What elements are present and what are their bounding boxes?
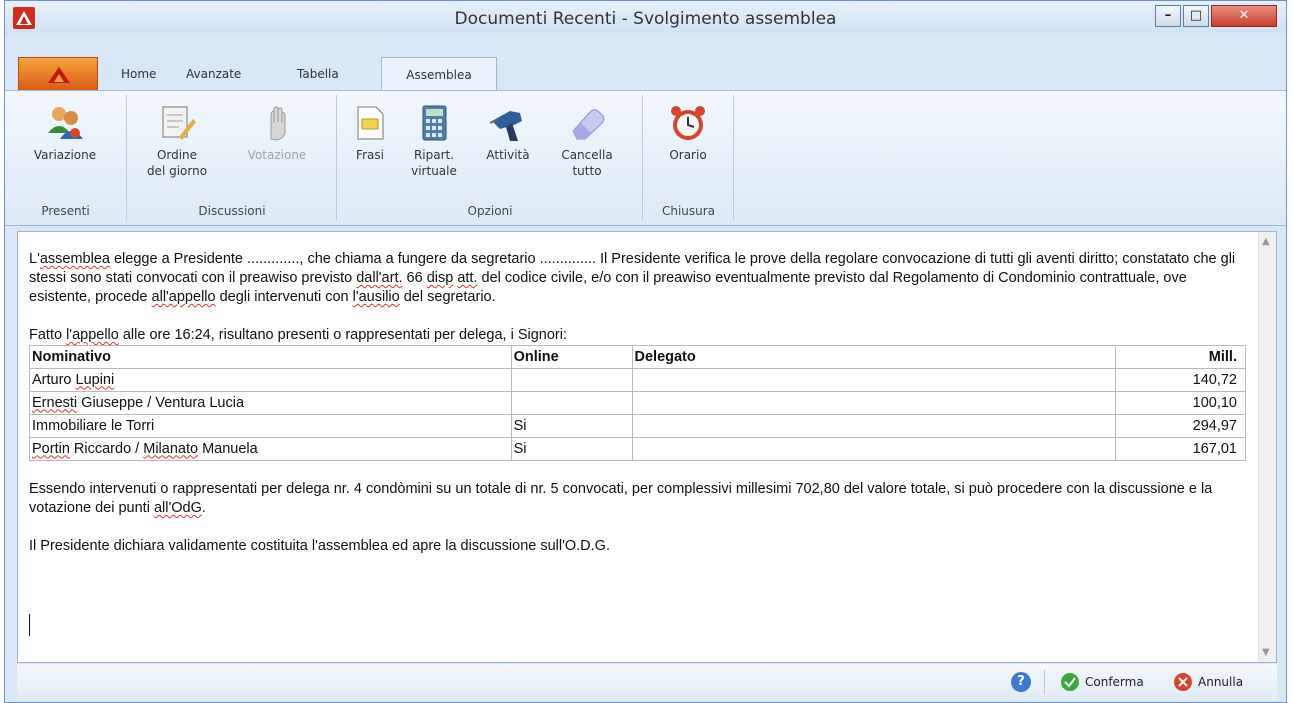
col-delegato: Delegato <box>631 345 1117 369</box>
variazione-button[interactable]: Variazione <box>19 103 111 163</box>
ordine-label-1: Ordine <box>156 148 198 162</box>
orario-label: Orario <box>669 148 707 162</box>
alarm-clock-icon <box>671 106 705 140</box>
cell-mill: 167,01 <box>1115 437 1246 461</box>
conferma-button[interactable]: Conferma <box>1061 673 1144 694</box>
group-chiusura: Orario Chiusura <box>644 95 734 220</box>
title-bar: Documenti Recenti - Svolgimento assemble… <box>5 1 1286 35</box>
table-row: Portin Riccardo / Milanato Manuela Si 16… <box>29 437 1246 461</box>
document-body[interactable]: L'assemblea elegge a Presidente ........… <box>29 250 1247 556</box>
frasi-button[interactable]: Frasi <box>346 103 394 163</box>
orario-button[interactable]: Orario <box>658 103 718 163</box>
ribbon: Variazione Presenti Ordine del giorno Vo… <box>5 90 1286 226</box>
paragraph-appello: Fatto l'appello alle ore 16:24, risultan… <box>29 327 568 343</box>
variazione-label: Variazione <box>33 148 97 162</box>
cancella-label-1: Cancella <box>561 148 613 162</box>
col-online: Online <box>510 345 633 369</box>
cell-nominativo: Portin Riccardo / Milanato Manuela <box>29 437 512 461</box>
vertical-scrollbar[interactable]: ▲ ▼ <box>1258 232 1276 662</box>
scroll-down-icon[interactable]: ▼ <box>1262 647 1270 658</box>
ordine-del-giorno-button[interactable]: Ordine del giorno <box>142 103 212 179</box>
cell-delegato <box>631 391 1117 415</box>
status-bar: ? Conferma Annulla <box>17 664 1277 700</box>
cell-delegato <box>631 368 1117 392</box>
maximize-button[interactable]: □ <box>1183 5 1209 27</box>
group-label-discussioni: Discussioni <box>198 204 266 218</box>
check-icon <box>1061 673 1079 691</box>
cell-mill: 294,97 <box>1115 414 1246 438</box>
cell-mill: 100,10 <box>1115 391 1246 415</box>
group-label-chiusura: Chiusura <box>661 204 716 218</box>
tab-assemblea[interactable]: Assemblea <box>381 57 497 91</box>
cell-online: Si <box>510 437 633 461</box>
close-button[interactable]: ✕ <box>1211 5 1277 27</box>
cell-online <box>510 368 633 392</box>
cell-delegato <box>631 437 1117 461</box>
table-row: Immobiliare le Torri Si 294,97 <box>29 414 1246 438</box>
attivita-label: Attività <box>486 148 530 162</box>
app-window: Documenti Recenti - Svolgimento assemble… <box>4 0 1287 703</box>
cell-online: Si <box>510 414 633 438</box>
frasi-label: Frasi <box>356 148 384 162</box>
col-nominativo: Nominativo <box>29 345 512 369</box>
group-label-presenti: Presenti <box>41 204 90 218</box>
conferma-label: Conferma <box>1085 675 1144 689</box>
notebook-pen-icon <box>162 106 196 140</box>
cell-delegato <box>631 414 1117 438</box>
table-row: Ernesti Giuseppe / Ventura Lucia 100,10 <box>29 391 1246 415</box>
paragraph-quorum: Essendo intervenuti o rappresentati per … <box>29 481 1213 516</box>
group-opzioni: Frasi Ripart. virtuale Attività Cancella… <box>338 95 643 220</box>
attendance-table: Nominativo Online Delegato Mill. Arturo … <box>29 345 1246 461</box>
ripart-virtuale-button[interactable]: Ripart. virtuale <box>402 103 466 179</box>
tab-tabella[interactable]: Tabella <box>297 63 339 90</box>
document-note-icon <box>357 106 384 140</box>
status-separator <box>1044 670 1045 694</box>
paragraph-costituita: Il Presidente dichiara validamente costi… <box>29 538 610 554</box>
votazione-label: Votazione <box>247 148 307 162</box>
cancella-tutto-button[interactable]: Cancella tutto <box>551 103 623 179</box>
drill-icon <box>489 111 522 141</box>
raised-hand-icon <box>270 106 286 141</box>
group-label-opzioni: Opzioni <box>467 204 513 218</box>
people-icon <box>48 107 83 139</box>
scroll-up-icon[interactable]: ▲ <box>1262 236 1270 247</box>
cell-mill: 140,72 <box>1115 368 1246 392</box>
cell-nominativo: Immobiliare le Torri <box>29 414 512 438</box>
calculator-icon <box>422 105 447 141</box>
minimize-button[interactable]: – <box>1155 5 1181 27</box>
help-icon[interactable]: ? <box>1011 672 1031 692</box>
ripart-label-1: Ripart. <box>413 148 455 162</box>
app-menu-logo-icon <box>48 67 70 83</box>
cell-nominativo: Ernesti Giuseppe / Ventura Lucia <box>29 391 512 415</box>
text-caret <box>29 614 30 636</box>
annulla-label: Annulla <box>1198 675 1244 689</box>
tab-avanzate[interactable]: Avanzate <box>186 63 241 90</box>
attivita-button[interactable]: Attività <box>478 103 538 163</box>
paragraph-intro: L'assemblea elegge a Presidente ........… <box>29 251 1236 305</box>
cell-online <box>510 391 633 415</box>
table-row: Arturo Lupini 140,72 <box>29 368 1246 392</box>
ribbon-tabs: Home Avanzate Tabella Assemblea <box>5 57 1286 91</box>
tab-home[interactable]: Home <box>121 63 156 90</box>
window-title: Documenti Recenti - Svolgimento assemble… <box>454 9 837 29</box>
ripart-label-2: virtuale <box>411 164 457 178</box>
group-presenti: Variazione Presenti <box>5 95 127 220</box>
votazione-button[interactable]: Votazione <box>232 103 322 163</box>
document-editor[interactable]: L'assemblea elegge a Presidente ........… <box>17 231 1277 663</box>
annulla-button[interactable]: Annulla <box>1174 673 1244 694</box>
col-mill: Mill. <box>1115 345 1246 369</box>
group-discussioni: Ordine del giorno Votazione Discussioni <box>128 95 337 220</box>
eraser-icon <box>572 109 605 140</box>
ordine-label-2: del giorno <box>146 164 208 178</box>
cancella-label-2: tutto <box>572 164 602 178</box>
app-menu-button[interactable] <box>18 57 98 90</box>
cancel-x-icon <box>1174 673 1192 691</box>
table-header-row: Nominativo Online Delegato Mill. <box>29 345 1246 369</box>
cell-nominativo: Arturo Lupini <box>29 368 512 392</box>
